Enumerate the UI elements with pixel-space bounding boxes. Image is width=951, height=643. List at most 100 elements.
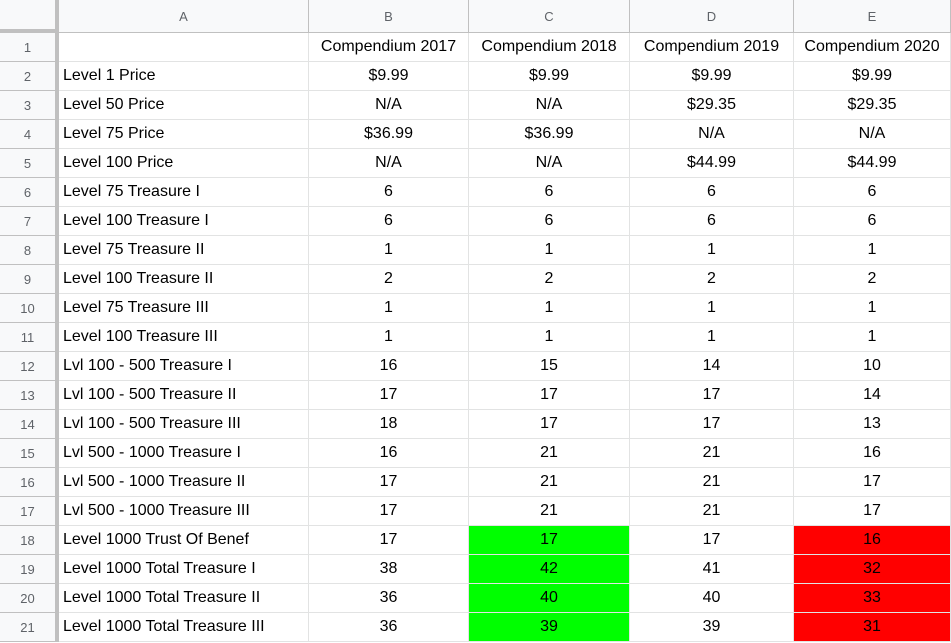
row-header[interactable]: 21 xyxy=(0,613,59,642)
cell-c11[interactable]: 1 xyxy=(469,323,630,352)
row-header[interactable]: 4 xyxy=(0,120,59,149)
cell-b1[interactable]: Compendium 2017 xyxy=(309,33,469,62)
cell-d4[interactable]: N/A xyxy=(630,120,794,149)
cell-a21[interactable]: Level 1000 Total Treasure III xyxy=(59,613,309,642)
cell-c6[interactable]: 6 xyxy=(469,178,630,207)
column-header-b[interactable]: B xyxy=(309,0,469,33)
cell-d20[interactable]: 40 xyxy=(630,584,794,613)
cell-b7[interactable]: 6 xyxy=(309,207,469,236)
cell-c8[interactable]: 1 xyxy=(469,236,630,265)
row-header[interactable]: 1 xyxy=(0,33,59,62)
cell-b13[interactable]: 17 xyxy=(309,381,469,410)
cell-a1[interactable] xyxy=(59,33,309,62)
cell-d1[interactable]: Compendium 2019 xyxy=(630,33,794,62)
cell-e3[interactable]: $29.35 xyxy=(794,91,951,120)
cell-d17[interactable]: 21 xyxy=(630,497,794,526)
cell-d12[interactable]: 14 xyxy=(630,352,794,381)
cell-b11[interactable]: 1 xyxy=(309,323,469,352)
cell-a11[interactable]: Level 100 Treasure III xyxy=(59,323,309,352)
cell-c12[interactable]: 15 xyxy=(469,352,630,381)
cell-d6[interactable]: 6 xyxy=(630,178,794,207)
cell-d13[interactable]: 17 xyxy=(630,381,794,410)
cell-d7[interactable]: 6 xyxy=(630,207,794,236)
cell-a6[interactable]: Level 75 Treasure I xyxy=(59,178,309,207)
row-header[interactable]: 12 xyxy=(0,352,59,381)
row-header[interactable]: 14 xyxy=(0,410,59,439)
cell-b20[interactable]: 36 xyxy=(309,584,469,613)
cell-e12[interactable]: 10 xyxy=(794,352,951,381)
cell-a9[interactable]: Level 100 Treasure II xyxy=(59,265,309,294)
cell-d21[interactable]: 39 xyxy=(630,613,794,642)
column-header-a[interactable]: A xyxy=(59,0,309,33)
cell-a20[interactable]: Level 1000 Total Treasure II xyxy=(59,584,309,613)
cell-e8[interactable]: 1 xyxy=(794,236,951,265)
cell-d3[interactable]: $29.35 xyxy=(630,91,794,120)
cell-e1[interactable]: Compendium 2020 xyxy=(794,33,951,62)
cell-c7[interactable]: 6 xyxy=(469,207,630,236)
cell-a5[interactable]: Level 100 Price xyxy=(59,149,309,178)
row-header[interactable]: 2 xyxy=(0,62,59,91)
cell-c1[interactable]: Compendium 2018 xyxy=(469,33,630,62)
cell-e4[interactable]: N/A xyxy=(794,120,951,149)
cell-c15[interactable]: 21 xyxy=(469,439,630,468)
cell-a13[interactable]: Lvl 100 - 500 Treasure II xyxy=(59,381,309,410)
cell-c4[interactable]: $36.99 xyxy=(469,120,630,149)
cell-b5[interactable]: N/A xyxy=(309,149,469,178)
cell-d14[interactable]: 17 xyxy=(630,410,794,439)
select-all-corner[interactable] xyxy=(0,0,59,33)
cell-b12[interactable]: 16 xyxy=(309,352,469,381)
row-header[interactable]: 9 xyxy=(0,265,59,294)
cell-e20[interactable]: 33 xyxy=(794,584,951,613)
row-header[interactable]: 15 xyxy=(0,439,59,468)
row-header[interactable]: 8 xyxy=(0,236,59,265)
cell-c18[interactable]: 17 xyxy=(469,526,630,555)
cell-a8[interactable]: Level 75 Treasure II xyxy=(59,236,309,265)
cell-b3[interactable]: N/A xyxy=(309,91,469,120)
column-header-e[interactable]: E xyxy=(794,0,951,33)
cell-e17[interactable]: 17 xyxy=(794,497,951,526)
cell-e13[interactable]: 14 xyxy=(794,381,951,410)
cell-c3[interactable]: N/A xyxy=(469,91,630,120)
cell-e11[interactable]: 1 xyxy=(794,323,951,352)
row-header[interactable]: 7 xyxy=(0,207,59,236)
cell-b16[interactable]: 17 xyxy=(309,468,469,497)
cell-b14[interactable]: 18 xyxy=(309,410,469,439)
cell-c21[interactable]: 39 xyxy=(469,613,630,642)
row-header[interactable]: 5 xyxy=(0,149,59,178)
cell-e16[interactable]: 17 xyxy=(794,468,951,497)
cell-d11[interactable]: 1 xyxy=(630,323,794,352)
cell-a12[interactable]: Lvl 100 - 500 Treasure I xyxy=(59,352,309,381)
cell-b9[interactable]: 2 xyxy=(309,265,469,294)
cell-c2[interactable]: $9.99 xyxy=(469,62,630,91)
cell-d5[interactable]: $44.99 xyxy=(630,149,794,178)
row-header[interactable]: 18 xyxy=(0,526,59,555)
cell-e7[interactable]: 6 xyxy=(794,207,951,236)
cell-e6[interactable]: 6 xyxy=(794,178,951,207)
cell-b10[interactable]: 1 xyxy=(309,294,469,323)
cell-a14[interactable]: Lvl 100 - 500 Treasure III xyxy=(59,410,309,439)
cell-b18[interactable]: 17 xyxy=(309,526,469,555)
cell-a18[interactable]: Level 1000 Trust Of Benef xyxy=(59,526,309,555)
row-header[interactable]: 10 xyxy=(0,294,59,323)
cell-b4[interactable]: $36.99 xyxy=(309,120,469,149)
cell-b2[interactable]: $9.99 xyxy=(309,62,469,91)
cell-e18[interactable]: 16 xyxy=(794,526,951,555)
cell-a7[interactable]: Level 100 Treasure I xyxy=(59,207,309,236)
cell-c20[interactable]: 40 xyxy=(469,584,630,613)
cell-a19[interactable]: Level 1000 Total Treasure I xyxy=(59,555,309,584)
cell-e19[interactable]: 32 xyxy=(794,555,951,584)
cell-d10[interactable]: 1 xyxy=(630,294,794,323)
cell-c10[interactable]: 1 xyxy=(469,294,630,323)
cell-a10[interactable]: Level 75 Treasure III xyxy=(59,294,309,323)
cell-b19[interactable]: 38 xyxy=(309,555,469,584)
cell-d9[interactable]: 2 xyxy=(630,265,794,294)
cell-d16[interactable]: 21 xyxy=(630,468,794,497)
cell-d8[interactable]: 1 xyxy=(630,236,794,265)
cell-b21[interactable]: 36 xyxy=(309,613,469,642)
row-header[interactable]: 11 xyxy=(0,323,59,352)
cell-e5[interactable]: $44.99 xyxy=(794,149,951,178)
cell-c9[interactable]: 2 xyxy=(469,265,630,294)
cell-c5[interactable]: N/A xyxy=(469,149,630,178)
cell-e14[interactable]: 13 xyxy=(794,410,951,439)
row-header[interactable]: 3 xyxy=(0,91,59,120)
